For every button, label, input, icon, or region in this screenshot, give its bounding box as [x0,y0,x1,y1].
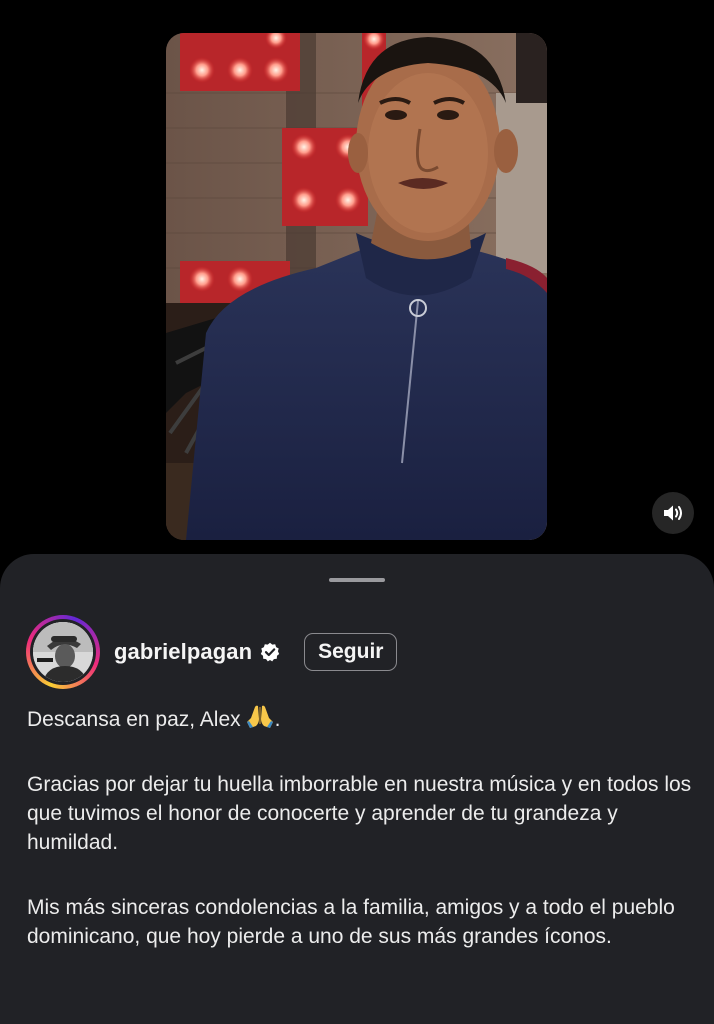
video-frame-image [166,33,547,540]
author-row: gabrielpagan Seguir [26,615,398,689]
folded-hands-emoji [246,705,273,728]
drag-handle[interactable] [329,578,385,582]
avatar-image [33,622,93,682]
caption-sheet: gabrielpagan Seguir Descansa en paz, Ale… [0,554,714,1024]
story-ring-avatar[interactable] [26,615,100,689]
avatar [33,622,93,682]
caption-paragraph-3: Mis más sinceras condolencias a la famil… [27,896,675,948]
sound-toggle-button[interactable] [652,492,694,534]
reel-screen: gabrielpagan Seguir Descansa en paz, Ale… [0,0,714,1024]
video-player[interactable] [166,33,547,540]
caption-paragraph-2: Gracias por dejar tu huella imborrable e… [27,773,692,854]
caption-text: Descansa en paz, Alex . Gracias por deja… [27,704,692,951]
username[interactable]: gabrielpagan [114,639,252,665]
follow-button[interactable]: Seguir [304,633,398,671]
caption-paragraph-1: Descansa en paz, Alex . [27,704,692,734]
speaker-icon [664,505,682,521]
verified-badge-icon [260,642,280,662]
